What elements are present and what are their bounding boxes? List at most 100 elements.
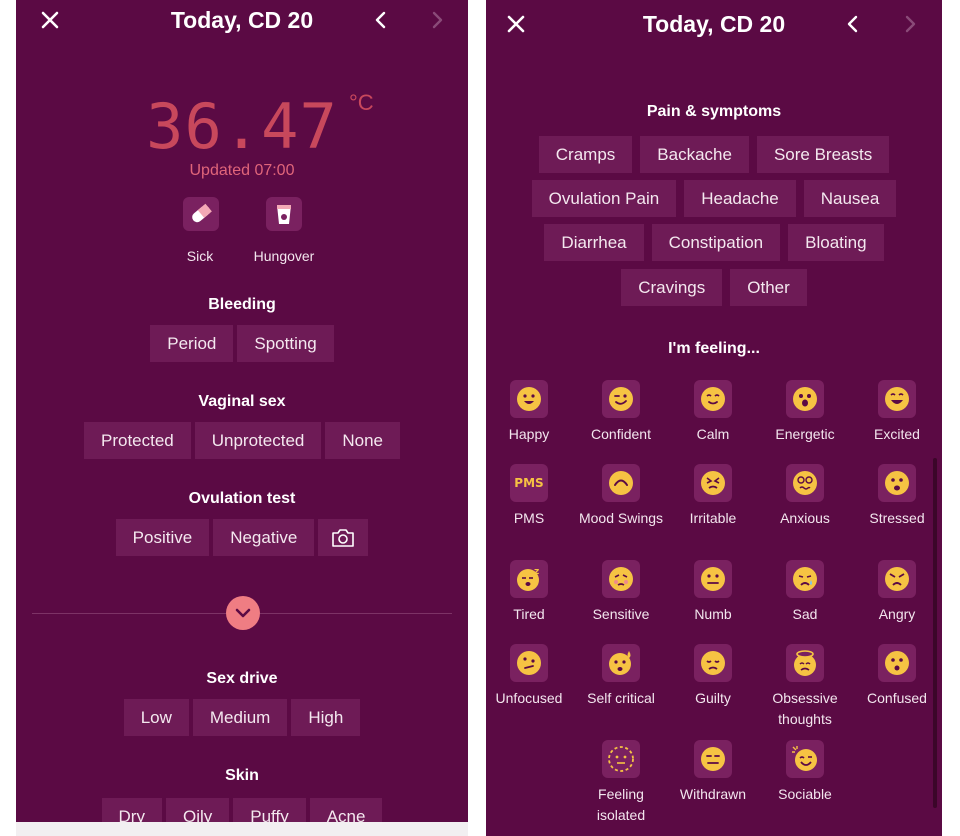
symptom-cravings-chip[interactable]: Cravings <box>621 269 723 306</box>
hungover-toggle[interactable] <box>266 197 302 231</box>
symptom-cramps-chip[interactable]: Cramps <box>538 136 633 173</box>
mood-icon-tile <box>602 560 640 598</box>
mood-icon-tile <box>878 560 916 598</box>
ovulation-positive-chip[interactable]: Positive <box>115 519 210 556</box>
happy-face-icon <box>517 387 541 411</box>
skin-dry-chip[interactable]: Dry <box>101 798 162 822</box>
bleeding-options: Period Spotting <box>16 325 468 362</box>
symptom-diarrhea-chip[interactable]: Diarrhea <box>544 224 644 261</box>
sex-drive-medium-chip[interactable]: Medium <box>192 699 288 736</box>
skin-oily-chip[interactable]: Oily <box>165 798 230 822</box>
isolated-face-icon <box>608 746 634 772</box>
mood-feeling-isolated[interactable]: Feeling isolated <box>575 740 667 826</box>
skin-puffy-chip[interactable]: Puffy <box>233 798 306 822</box>
sex-unprotected-chip[interactable]: Unprotected <box>194 422 322 459</box>
mood-label: Energetic <box>775 426 835 442</box>
sick-label: Sick <box>186 248 214 264</box>
stressed-face-icon <box>885 471 909 495</box>
mood-tired[interactable]: z Tired <box>486 560 575 625</box>
chevron-right-icon <box>432 11 443 29</box>
mood-confused[interactable]: Confused <box>851 644 942 709</box>
confused-face-icon <box>885 651 909 675</box>
next-day-button[interactable] <box>426 8 448 32</box>
mood-numb[interactable]: Numb <box>667 560 759 625</box>
symptom-sore-breasts-chip[interactable]: Sore Breasts <box>756 136 890 173</box>
confident-face-icon <box>609 387 633 411</box>
sex-drive-high-chip[interactable]: High <box>291 699 361 736</box>
skin-acne-chip[interactable]: Acne <box>309 798 383 822</box>
temperature-display[interactable]: 36.47 °C <box>16 90 468 163</box>
symptom-ovulation-pain-chip[interactable]: Ovulation Pain <box>531 180 677 217</box>
mood-label: Sociable <box>778 786 832 802</box>
chevron-left-icon <box>375 11 386 29</box>
mood-icon-tile <box>694 644 732 682</box>
unfocused-face-icon <box>517 651 541 675</box>
ovulation-photo-button[interactable] <box>318 519 369 556</box>
mood-sad[interactable]: Sad <box>759 560 851 625</box>
mood-label: Withdrawn <box>679 786 747 802</box>
symptom-bloating-chip[interactable]: Bloating <box>788 224 884 261</box>
symptom-backache-chip[interactable]: Backache <box>640 136 749 173</box>
symptom-nausea-chip[interactable]: Nausea <box>803 180 897 217</box>
sociable-face-icon <box>792 746 817 771</box>
cup-icon <box>277 205 291 224</box>
mood-self-critical[interactable]: Self critical <box>575 644 667 709</box>
bleeding-spotting-chip[interactable]: Spotting <box>237 325 334 362</box>
mood-confident[interactable]: Confident <box>575 380 667 445</box>
page-title: Today, CD 20 <box>170 7 314 33</box>
angry-face-icon <box>885 567 909 591</box>
mood-label: Excited <box>874 426 920 442</box>
mood-swings-face-icon <box>609 471 633 495</box>
mood-icon-tile <box>878 644 916 682</box>
mood-label: PMS <box>513 510 545 526</box>
previous-day-button[interactable] <box>842 12 864 36</box>
scrollbar[interactable] <box>933 458 937 808</box>
mood-calm[interactable]: Calm <box>667 380 759 445</box>
previous-day-button[interactable] <box>370 8 392 32</box>
mood-excited[interactable]: Excited <box>851 380 942 445</box>
mood-obsessive-thoughts[interactable]: Obsessive thoughts <box>759 644 851 730</box>
mood-withdrawn[interactable]: Withdrawn <box>667 740 759 805</box>
sick-toggle[interactable] <box>183 197 219 231</box>
mood-icon-tile: z <box>510 560 548 598</box>
mood-label: Confused <box>867 690 927 706</box>
mood-icon-tile <box>510 644 548 682</box>
sex-none-chip[interactable]: None <box>325 422 401 459</box>
log-day-panel-right: Today, CD 20 Pain & symptoms Cramps Back… <box>486 0 942 836</box>
vaginal-sex-options: Protected Unprotected None <box>16 422 468 459</box>
ovulation-negative-chip[interactable]: Negative <box>213 519 315 556</box>
guilty-face-icon <box>701 651 725 675</box>
sex-protected-chip[interactable]: Protected <box>83 422 191 459</box>
symptom-other-chip[interactable]: Other <box>730 269 807 306</box>
mood-sensitive[interactable]: Sensitive <box>575 560 667 625</box>
skin-options: Dry Oily Puffy Acne <box>16 798 468 822</box>
pill-icon <box>192 203 212 223</box>
mood-energetic[interactable]: Energetic <box>759 380 851 445</box>
mood-guilty[interactable]: Guilty <box>667 644 759 709</box>
bleeding-period-chip[interactable]: Period <box>150 325 234 362</box>
mood-pms[interactable]: PMS PMS <box>486 464 575 529</box>
mood-angry[interactable]: Angry <box>851 560 942 625</box>
mood-happy[interactable]: Happy <box>486 380 575 445</box>
mood-mood-swings[interactable]: Mood Swings <box>575 464 667 529</box>
symptom-constipation-chip[interactable]: Constipation <box>651 224 781 261</box>
vaginal-sex-title: Vaginal sex <box>198 393 286 410</box>
mood-label: Mood Swings <box>578 510 664 526</box>
mood-label: Anxious <box>780 510 830 526</box>
mood-label: Guilty <box>695 690 731 706</box>
sex-drive-low-chip[interactable]: Low <box>123 699 189 736</box>
mood-anxious[interactable]: Anxious <box>759 464 851 529</box>
mood-stressed[interactable]: Stressed <box>851 464 942 529</box>
next-day-button[interactable] <box>899 12 921 36</box>
mood-icon-tile <box>786 464 824 502</box>
chevron-left-icon <box>847 15 858 33</box>
symptom-headache-chip[interactable]: Headache <box>684 180 796 217</box>
mood-icon-tile: PMS <box>510 464 548 502</box>
mood-irritable[interactable]: Irritable <box>667 464 759 529</box>
mood-label: Feeling isolated <box>596 786 646 823</box>
page-title: Today, CD 20 <box>642 11 786 37</box>
mood-unfocused[interactable]: Unfocused <box>486 644 575 709</box>
svg-text:z: z <box>534 567 539 577</box>
mood-sociable[interactable]: Sociable <box>759 740 851 805</box>
expand-more-button[interactable] <box>226 596 260 630</box>
